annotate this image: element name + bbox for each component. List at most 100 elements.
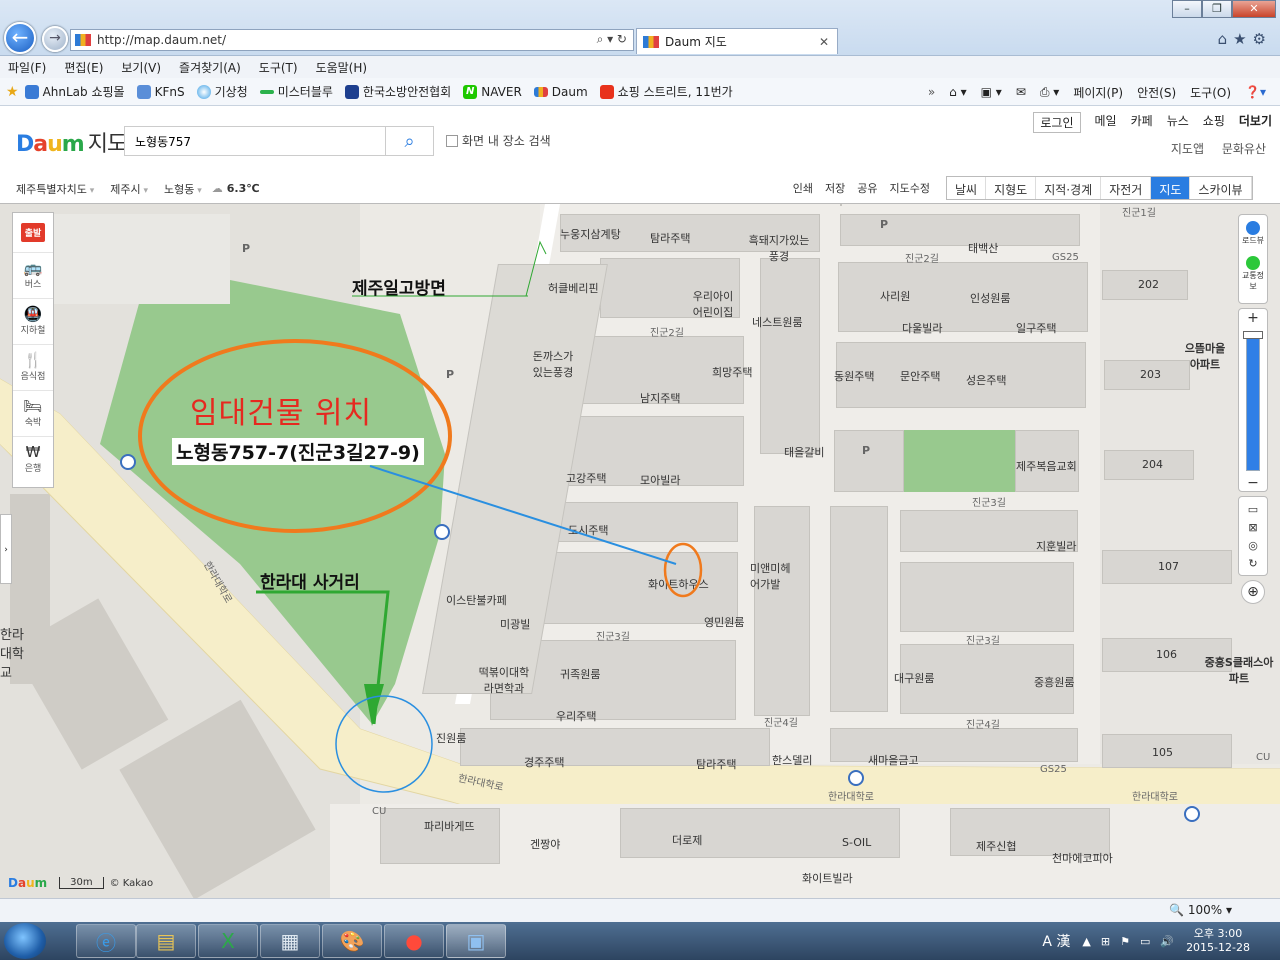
breadcrumb-dong[interactable]: 노형동 xyxy=(164,181,202,197)
link-heritage[interactable]: 문화유산 xyxy=(1222,142,1266,156)
subway-button[interactable]: 🚇 지하철 xyxy=(13,299,53,345)
fav-kfsa[interactable]: 한국소방안전협회 xyxy=(344,83,451,100)
maptype-bicycle[interactable]: 자전거 xyxy=(1101,177,1152,199)
ie-icon[interactable]: ⓔ xyxy=(76,924,136,958)
network-icon[interactable]: ▭ xyxy=(1140,935,1150,948)
maptype-terrain[interactable]: 지형도 xyxy=(986,177,1037,199)
excel-icon[interactable]: X xyxy=(198,924,258,958)
minimize-button[interactable]: – xyxy=(1172,0,1202,18)
link-cafe[interactable]: 카페 xyxy=(1131,112,1153,133)
link-news[interactable]: 뉴스 xyxy=(1167,112,1189,133)
tray-arrow-icon[interactable]: ▲ xyxy=(1082,935,1090,948)
bus-button[interactable]: 🚌 버스 xyxy=(13,253,53,299)
search-input[interactable] xyxy=(125,127,385,155)
maptype-cadastral[interactable]: 지적·경계 xyxy=(1036,177,1102,199)
zoom-level[interactable]: 🔍 100% ▾ xyxy=(1169,903,1232,917)
zoom-slider-handle[interactable] xyxy=(1243,331,1263,339)
calculator-icon[interactable]: ▦ xyxy=(260,924,320,958)
kfns-icon xyxy=(136,84,151,99)
zoom-in-button[interactable]: + xyxy=(1239,309,1267,327)
login-button[interactable]: 로그인 xyxy=(1033,112,1081,133)
cmd-safety[interactable]: 안전(S) xyxy=(1137,84,1176,101)
tab-close-icon[interactable]: ✕ xyxy=(819,35,829,49)
volume-icon[interactable]: 🔊 xyxy=(1160,935,1174,948)
radius-icon[interactable]: ◎ xyxy=(1239,537,1267,555)
traffic-icon[interactable] xyxy=(1246,256,1260,270)
clock[interactable]: 오후 3:00 2015-12-28 xyxy=(1186,927,1250,955)
media-icon[interactable]: ● xyxy=(384,924,444,958)
chevron-icon[interactable]: » xyxy=(928,85,935,99)
edit-map-button[interactable]: 지도수정 xyxy=(890,180,930,196)
forward-button[interactable]: → xyxy=(42,26,68,52)
close-button[interactable]: ✕ xyxy=(1232,0,1276,18)
save-button[interactable]: 저장 xyxy=(825,180,845,196)
fav-11st[interactable]: 쇼핑 스트리트, 11번가 xyxy=(599,83,733,100)
area-icon[interactable]: ⊠ xyxy=(1239,519,1267,537)
address-bar[interactable]: http://map.daum.net/ ⌕ ▾ ↻ xyxy=(70,29,634,51)
zoom-slider-track[interactable] xyxy=(1246,331,1260,471)
feed-icon[interactable]: ▣ ▾ xyxy=(981,85,1002,99)
daum-logo[interactable]: Daum 지도 xyxy=(16,126,127,158)
search-icon[interactable]: ⌕ xyxy=(385,127,433,155)
lodging-button[interactable]: 🛏 숙박 xyxy=(13,391,53,437)
action-center-icon[interactable]: ⚑ xyxy=(1120,935,1130,948)
link-mail[interactable]: 메일 xyxy=(1095,112,1117,133)
maximize-button[interactable]: ❐ xyxy=(1202,0,1232,18)
home-icon[interactable]: ⌂ ▾ xyxy=(949,85,966,99)
current-location-icon[interactable]: ⊕ xyxy=(1241,580,1265,604)
area-search-checkbox[interactable]: 화면 내 장소 검색 xyxy=(446,132,551,149)
panel-toggle-icon[interactable]: › xyxy=(0,514,12,584)
maptype-skyview[interactable]: 스카이뷰 xyxy=(1190,177,1252,199)
maptype-weather[interactable]: 날씨 xyxy=(947,177,987,199)
link-more[interactable]: 더보기 xyxy=(1239,112,1272,133)
traffic-label[interactable]: 교통정보 xyxy=(1239,270,1267,292)
start-button[interactable]: 출발 xyxy=(13,213,53,253)
zoom-out-button[interactable]: − xyxy=(1239,475,1267,491)
fav-ahnlab[interactable]: AhnLab 쇼핑몰 xyxy=(24,83,125,100)
menu-favorites[interactable]: 즐겨찾기(A) xyxy=(179,59,241,76)
bank-button[interactable]: ₩ 은행 xyxy=(13,437,53,483)
maptype-map[interactable]: 지도 xyxy=(1151,177,1191,199)
breadcrumb-province[interactable]: 제주특별자치도 xyxy=(16,181,94,197)
paint-icon[interactable]: 🎨 xyxy=(322,924,382,958)
tab-daum-map[interactable]: Daum 지도 ✕ xyxy=(636,28,838,54)
fav-daum[interactable]: Daum xyxy=(533,85,588,99)
fav-kma[interactable]: 기상청 xyxy=(196,83,248,100)
folder-icon[interactable]: ▤ xyxy=(136,924,196,958)
ime-indicator[interactable]: A 漢 xyxy=(1042,931,1070,951)
print-icon[interactable]: ⎙ ▾ xyxy=(1040,85,1059,100)
refresh-icon[interactable]: ↻ xyxy=(1239,555,1267,573)
menu-view[interactable]: 보기(V) xyxy=(121,59,161,76)
search-refresh-icon[interactable]: ⌕ ▾ ↻ xyxy=(597,32,627,47)
back-button[interactable]: ← xyxy=(4,22,36,54)
breadcrumb-city[interactable]: 제주시 xyxy=(110,181,148,197)
roadview-label[interactable]: 로드뷰 xyxy=(1239,235,1267,246)
home-star-gear-icons[interactable]: ⌂★⚙ xyxy=(1218,30,1272,48)
help-icon[interactable]: ❓▾ xyxy=(1245,85,1266,99)
picture-icon[interactable]: ▣ xyxy=(446,924,506,958)
roadview-icon[interactable] xyxy=(1246,221,1260,235)
fav-naver[interactable]: N NAVER xyxy=(463,84,522,99)
print-button[interactable]: 인쇄 xyxy=(793,180,813,196)
windows-flag-icon[interactable]: ⊞ xyxy=(1101,935,1110,948)
mail-icon[interactable]: ✉ xyxy=(1016,85,1026,99)
fav-misterblue[interactable]: 미스터블루 xyxy=(259,83,333,100)
favorites-star-icon[interactable]: ★ xyxy=(6,84,19,100)
cmd-tools[interactable]: 도구(O) xyxy=(1190,84,1231,101)
fav-kfns[interactable]: KFnS xyxy=(136,84,185,99)
cmd-page[interactable]: 페이지(P) xyxy=(1073,84,1123,101)
map-type-switch: 날씨 지형도 지적·경계 자전거 지도 스카이뷰 xyxy=(946,176,1253,200)
distance-icon[interactable]: ▭ xyxy=(1239,501,1267,519)
checkbox-icon[interactable] xyxy=(446,134,458,147)
map-canvas[interactable]: 진군2길 진군2길 진군3길 진군3길 진군3길 진군4길 진군4길 진군1길 … xyxy=(0,204,1280,922)
link-map-app[interactable]: 지도앱 xyxy=(1171,142,1204,156)
leader-line xyxy=(369,465,677,565)
menu-help[interactable]: 도움말(H) xyxy=(316,59,368,76)
link-shopping[interactable]: 쇼핑 xyxy=(1203,112,1225,133)
menu-tools[interactable]: 도구(T) xyxy=(259,59,298,76)
share-button[interactable]: 공유 xyxy=(857,180,877,196)
menu-edit[interactable]: 편집(E) xyxy=(64,59,103,76)
menu-file[interactable]: 파일(F) xyxy=(8,59,46,76)
restaurant-button[interactable]: 🍴 음식점 xyxy=(13,345,53,391)
start-orb-icon[interactable] xyxy=(4,923,46,959)
